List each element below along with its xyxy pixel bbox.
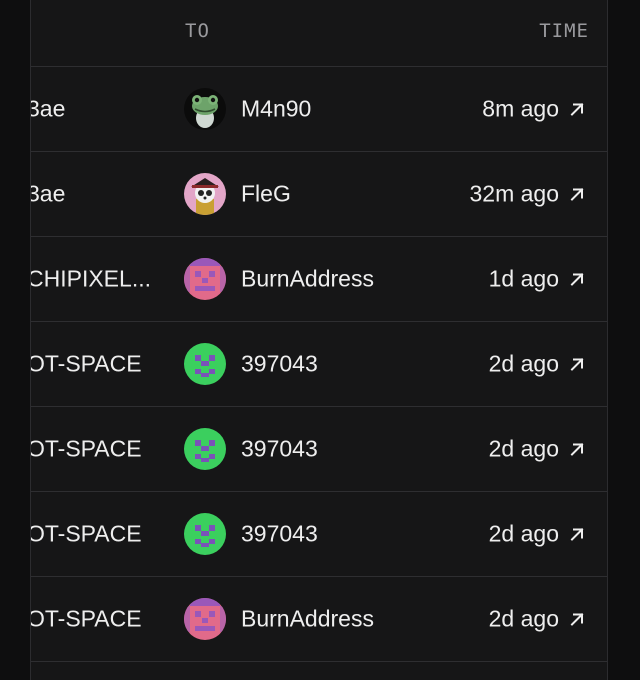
pixel-face-pink-avatar — [184, 258, 226, 300]
external-link-arrow-icon — [569, 526, 585, 542]
to-name[interactable]: BurnAddress — [241, 266, 374, 293]
time-link[interactable]: 1d ago — [489, 266, 585, 293]
from-name[interactable]: OT-SPACE — [31, 436, 142, 463]
pirate-panda-avatar — [184, 173, 226, 215]
external-link-arrow-icon — [569, 611, 585, 627]
external-link-arrow-icon — [569, 271, 585, 287]
pixel-face-green-avatar — [184, 428, 226, 470]
time-link[interactable]: 2d ago — [489, 436, 585, 463]
table-row[interactable]: OT-SPACE 397043 2d ago — [31, 322, 607, 407]
table-row[interactable]: OT-SPACE BurnAddress 2d ago — [31, 577, 607, 662]
column-header-time: TIME — [539, 20, 589, 42]
to-name[interactable]: BurnAddress — [241, 606, 374, 633]
to-name[interactable]: M4n90 — [241, 96, 311, 123]
to-name[interactable]: 397043 — [241, 436, 318, 463]
to-name[interactable]: FleG — [241, 181, 291, 208]
from-name[interactable]: OT-SPACE — [31, 606, 142, 633]
table-row[interactable]: OT-SPACE 397043 2d ago — [31, 492, 607, 577]
to-name[interactable]: 397043 — [241, 351, 318, 378]
frog-avatar — [184, 88, 226, 130]
column-header-to: TO — [185, 20, 210, 42]
time-text: 32m ago — [469, 180, 559, 207]
from-name[interactable]: CHIPIXEL... — [31, 266, 151, 293]
external-link-arrow-icon — [569, 101, 585, 117]
activity-table: TO TIME 3ae M4n90 8m ago 3ae FleG 32m ag… — [30, 0, 608, 680]
external-link-arrow-icon — [569, 356, 585, 372]
time-text: 8m ago — [482, 95, 559, 122]
from-name[interactable]: 3ae — [31, 96, 65, 123]
time-text: 2d ago — [488, 435, 559, 462]
table-row[interactable]: CHIPIXEL... BurnAddress 1d ago — [31, 237, 607, 322]
time-link[interactable]: 32m ago — [469, 181, 585, 208]
table-row[interactable]: OT-SPACE 397043 2d ago — [31, 407, 607, 492]
pixel-face-green-avatar — [184, 343, 226, 385]
pixel-face-pink-avatar — [184, 598, 226, 640]
time-link[interactable]: 8m ago — [482, 96, 585, 123]
external-link-arrow-icon — [569, 186, 585, 202]
to-name[interactable]: 397043 — [241, 521, 318, 548]
time-link[interactable]: 2d ago — [489, 521, 585, 548]
time-text: 2d ago — [488, 350, 559, 377]
time-text: 1d ago — [488, 265, 559, 292]
pixel-face-green-avatar — [184, 513, 226, 555]
time-link[interactable]: 2d ago — [489, 606, 585, 633]
from-name[interactable]: OT-SPACE — [31, 521, 142, 548]
external-link-arrow-icon — [569, 441, 585, 457]
table-row[interactable]: 3ae M4n90 8m ago — [31, 67, 607, 152]
time-text: 2d ago — [488, 605, 559, 632]
table-row[interactable]: 3ae FleG 32m ago — [31, 152, 607, 237]
table-header: TO TIME — [31, 0, 607, 67]
time-link[interactable]: 2d ago — [489, 351, 585, 378]
from-name[interactable]: 3ae — [31, 181, 65, 208]
time-text: 2d ago — [488, 520, 559, 547]
from-name[interactable]: OT-SPACE — [31, 351, 142, 378]
